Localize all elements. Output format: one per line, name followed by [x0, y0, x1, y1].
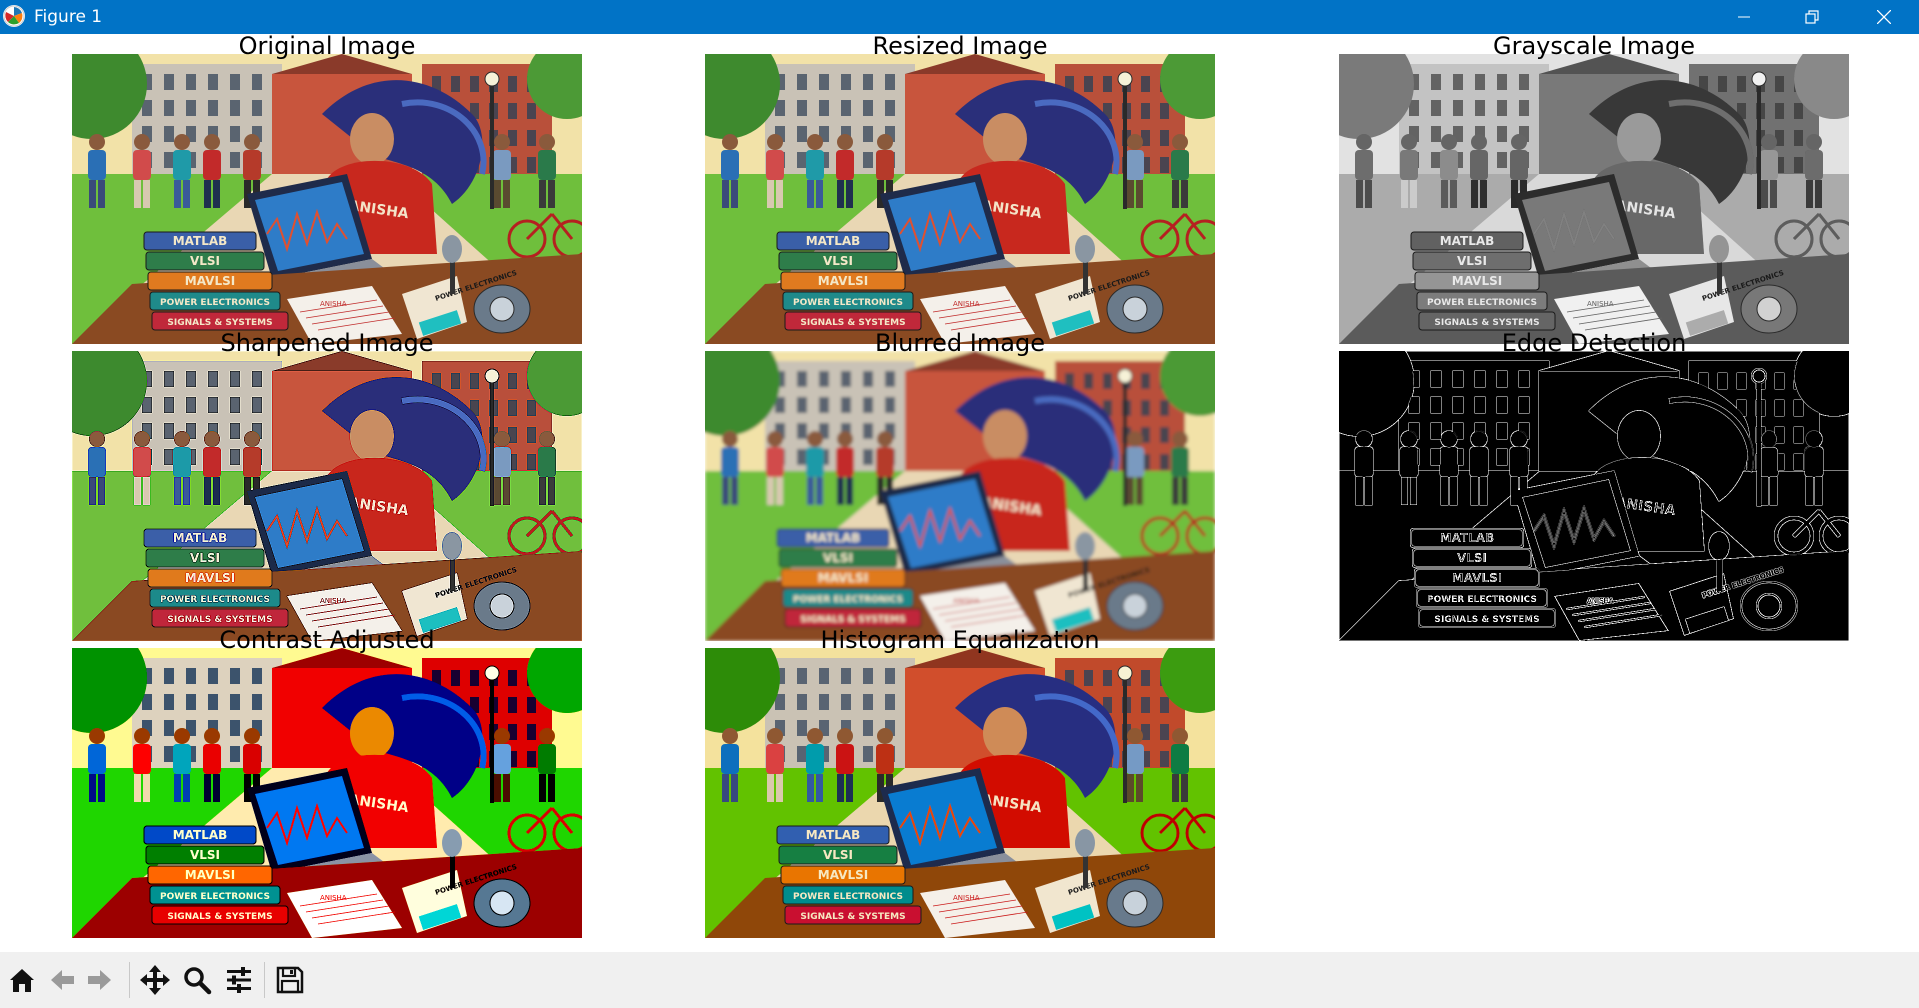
- window-titlebar[interactable]: Figure 1: [0, 0, 1919, 34]
- home-button[interactable]: [4, 962, 40, 998]
- save-button[interactable]: [272, 962, 308, 998]
- svg-text:VLSI: VLSI: [190, 551, 220, 565]
- resized-image: ANISHA MATLAB VLSI MAVLSI POWER ELECTRONICS S…: [705, 54, 1215, 344]
- minimize-button[interactable]: [1710, 0, 1778, 34]
- panel-blurred: Blurred Image ANISHA MATLAB VLSI MAVLSI …: [705, 331, 1215, 641]
- svg-text:MATLAB: MATLAB: [173, 234, 228, 248]
- panel-title: Histogram Equalization: [820, 626, 1100, 654]
- svg-text:POWER ELECTRONICS: POWER ELECTRONICS: [1427, 298, 1537, 308]
- svg-text:SIGNALS & SYSTEMS: SIGNALS & SYSTEMS: [167, 318, 272, 328]
- blurred-image: ANISHA MATLAB VLSI MAVLSI POWER ELECTRONICS S…: [705, 351, 1215, 641]
- panel-title: Contrast Adjusted: [219, 626, 435, 654]
- window-title: Figure 1: [34, 7, 103, 27]
- svg-text:MAVLSI: MAVLSI: [185, 571, 235, 585]
- configure-subplots-button[interactable]: [221, 962, 257, 998]
- svg-text:MAVLSI: MAVLSI: [818, 274, 868, 288]
- svg-text:SIGNALS & SYSTEMS: SIGNALS & SYSTEMS: [800, 912, 905, 922]
- svg-text:POWER ELECTRONICS: POWER ELECTRONICS: [160, 595, 270, 605]
- svg-text:SIGNALS & SYSTEMS: SIGNALS & SYSTEMS: [800, 615, 905, 625]
- panel-original: Original Image ANISHA MATLAB VLSI MAVLSI…: [72, 34, 582, 344]
- svg-text:MAVLSI: MAVLSI: [818, 571, 868, 585]
- arrow-left-icon: [51, 970, 74, 990]
- panel-title: Blurred Image: [875, 329, 1045, 357]
- panel-contrast: Contrast Adjusted ANISHA MATLAB VLSI MAV…: [72, 628, 582, 938]
- scene-illustration: ANISHAMATLABVLSIMAVLSIPOWER ELECTRONICSS…: [1339, 54, 1849, 344]
- svg-text:POWER ELECTRONICS: POWER ELECTRONICS: [1427, 595, 1537, 605]
- close-button[interactable]: [1850, 0, 1918, 34]
- toolbar-separator: [264, 962, 265, 998]
- svg-text:VLSI: VLSI: [1457, 254, 1487, 268]
- svg-text:MATLAB: MATLAB: [1440, 234, 1495, 248]
- svg-text:MATLAB: MATLAB: [1440, 531, 1495, 545]
- scene-illustration: ANISHAMATLABVLSIMAVLSIPOWER ELECTRONICSS…: [705, 648, 1215, 938]
- panel-title: Grayscale Image: [1492, 32, 1695, 60]
- panel-equalized: Histogram Equalization ANISHA MATLAB VLS…: [705, 628, 1215, 938]
- svg-text:MAVLSI: MAVLSI: [185, 868, 235, 882]
- svg-text:VLSI: VLSI: [1457, 551, 1487, 565]
- svg-text:MAVLSI: MAVLSI: [1452, 274, 1502, 288]
- contrast-adjusted-image: ANISHA MATLAB VLSI MAVLSI POWER ELECTRONICS S…: [72, 648, 582, 938]
- svg-text:SIGNALS & SYSTEMS: SIGNALS & SYSTEMS: [1434, 615, 1539, 625]
- svg-text:SIGNALS & SYSTEMS: SIGNALS & SYSTEMS: [167, 615, 272, 625]
- svg-text:VLSI: VLSI: [190, 254, 220, 268]
- minimize-icon: [1738, 16, 1750, 18]
- svg-text:VLSI: VLSI: [823, 848, 853, 862]
- sliders-icon: [227, 967, 251, 993]
- home-icon: [10, 969, 34, 992]
- zoom-button[interactable]: [179, 962, 215, 998]
- svg-text:MATLAB: MATLAB: [806, 828, 861, 842]
- toolbar-separator: [129, 962, 130, 998]
- move-icon: [140, 965, 170, 995]
- close-icon: [1877, 10, 1891, 24]
- matplotlib-logo-icon: [3, 5, 25, 27]
- svg-text:VLSI: VLSI: [823, 254, 853, 268]
- panel-title: Sharpened Image: [220, 329, 434, 357]
- magnifier-icon: [184, 967, 212, 995]
- svg-text:POWER ELECTRONICS: POWER ELECTRONICS: [793, 595, 903, 605]
- restore-button[interactable]: [1778, 0, 1846, 34]
- histogram-equalized-image: ANISHA MATLAB VLSI MAVLSI POWER ELECTRONICS S…: [705, 648, 1215, 938]
- svg-text:SIGNALS & SYSTEMS: SIGNALS & SYSTEMS: [1434, 318, 1539, 328]
- navigation-toolbar: [0, 952, 1919, 1008]
- arrow-right-icon: [88, 970, 111, 990]
- panel-grayscale: Grayscale Image ANISHA MATLAB VLSI MAVLS…: [1339, 34, 1849, 344]
- svg-text:MATLAB: MATLAB: [806, 531, 861, 545]
- scene-illustration: ANISHAMATLABVLSIMAVLSIPOWER ELECTRONICSS…: [1339, 351, 1849, 641]
- svg-text:VLSI: VLSI: [190, 848, 220, 862]
- svg-text:POWER ELECTRONICS: POWER ELECTRONICS: [160, 298, 270, 308]
- svg-text:MAVLSI: MAVLSI: [818, 868, 868, 882]
- edge-detection-image: ANISHA MATLAB VLSI MAVLSI POWER ELECTRONICS S…: [1339, 351, 1849, 641]
- restore-icon: [1805, 10, 1819, 24]
- figure-canvas[interactable]: Original Image ANISHA MATLAB VLSI MAVLSI…: [0, 34, 1919, 952]
- panel-edges: Edge Detection ANISHA MATLAB VLSI MAVLSI…: [1339, 331, 1849, 641]
- panel-title: Edge Detection: [1501, 329, 1687, 357]
- panel-resized: Resized Image ANISHA MATLAB VLSI MAVLSI …: [705, 34, 1215, 344]
- svg-text:MATLAB: MATLAB: [173, 828, 228, 842]
- forward-button[interactable]: [82, 962, 118, 998]
- scene-illustration: ANISHAMATLABVLSIMAVLSIPOWER ELECTRONICSS…: [72, 54, 582, 344]
- pan-button[interactable]: [137, 962, 173, 998]
- scene-illustration: ANISHAMATLABVLSIMAVLSIPOWER ELECTRONICSS…: [72, 351, 582, 641]
- scene-illustration: ANISHAMATLABVLSIMAVLSIPOWER ELECTRONICSS…: [705, 351, 1215, 641]
- svg-text:VLSI: VLSI: [823, 551, 853, 565]
- back-button[interactable]: [44, 962, 80, 998]
- svg-text:SIGNALS & SYSTEMS: SIGNALS & SYSTEMS: [167, 912, 272, 922]
- scene-illustration: ANISHAMATLABVLSIMAVLSIPOWER ELECTRONICSS…: [705, 54, 1215, 344]
- svg-text:POWER ELECTRONICS: POWER ELECTRONICS: [793, 298, 903, 308]
- svg-text:POWER ELECTRONICS: POWER ELECTRONICS: [793, 892, 903, 902]
- panel-title: Resized Image: [872, 32, 1048, 60]
- svg-text:SIGNALS & SYSTEMS: SIGNALS & SYSTEMS: [800, 318, 905, 328]
- svg-text:MATLAB: MATLAB: [806, 234, 861, 248]
- floppy-disk-icon: [276, 966, 304, 994]
- svg-text:POWER ELECTRONICS: POWER ELECTRONICS: [160, 892, 270, 902]
- svg-text:MATLAB: MATLAB: [173, 531, 228, 545]
- scene-illustration: ANISHAMATLABVLSIMAVLSIPOWER ELECTRONICSS…: [72, 648, 582, 938]
- panel-sharpened: Sharpened Image ANISHA MATLAB VLSI MAVLS…: [72, 331, 582, 641]
- sharpened-image: ANISHA MATLAB VLSI MAVLSI POWER ELECTRONICS S…: [72, 351, 582, 641]
- panel-title: Original Image: [238, 32, 416, 60]
- svg-text:MAVLSI: MAVLSI: [185, 274, 235, 288]
- svg-text:MAVLSI: MAVLSI: [1452, 571, 1502, 585]
- grayscale-image: ANISHA MATLAB VLSI MAVLSI POWER ELECTRONICS S…: [1339, 54, 1849, 344]
- original-image: ANISHA MATLAB VLSI MAVLSI POWER ELECTRONICS S…: [72, 54, 582, 344]
